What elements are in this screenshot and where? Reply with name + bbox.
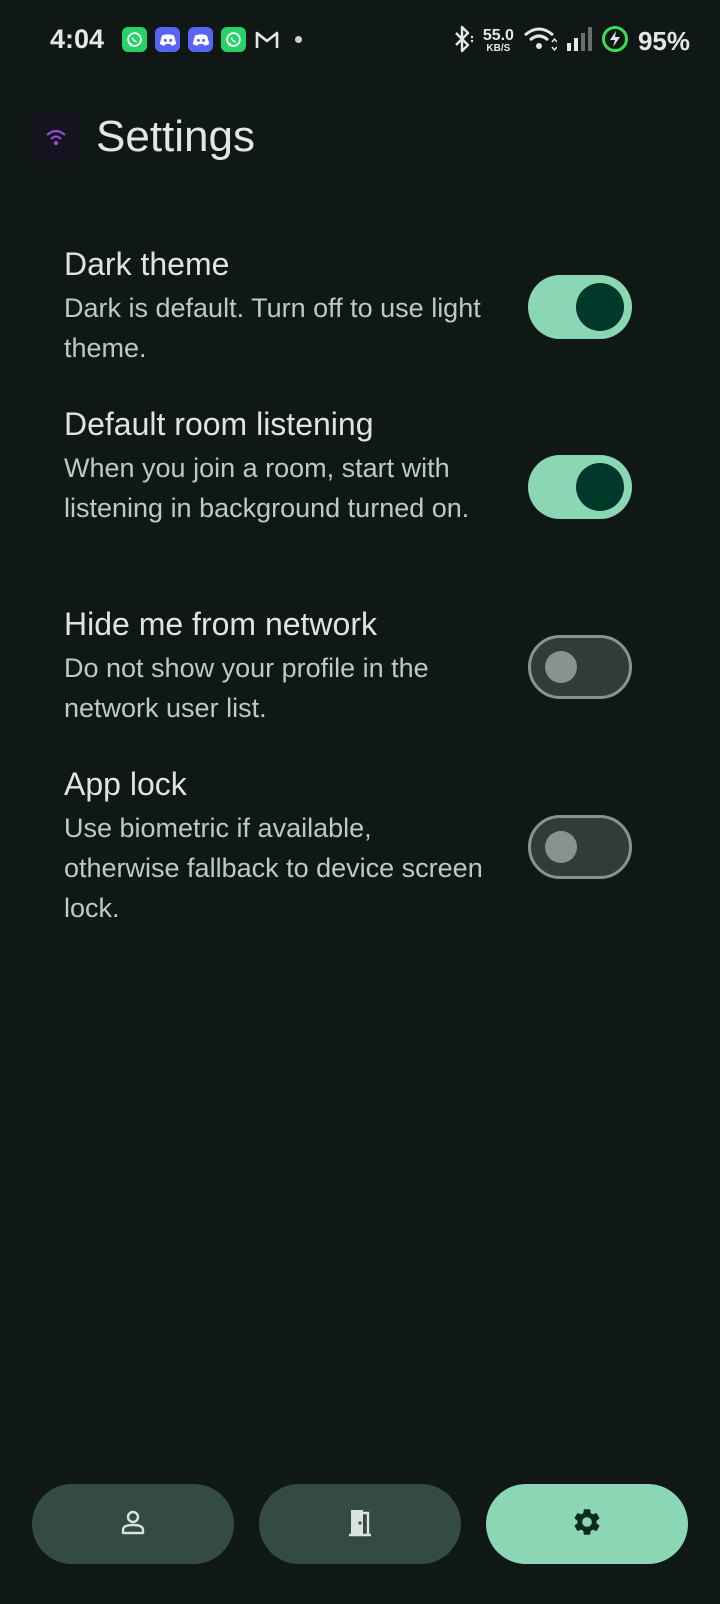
bluetooth-icon [452,25,474,58]
gmail-icon [254,27,279,52]
wifi-icon [523,26,558,57]
whatsapp-icon [122,27,147,52]
toggle-thumb [545,831,577,863]
network-speed: 55.0 KB/S [483,28,514,54]
gear-icon [571,1506,603,1543]
toggle-thumb [545,651,577,683]
setting-title: App lock [64,766,187,802]
nav-profile-button[interactable] [32,1484,234,1564]
toggle-thumb [576,463,624,511]
default-room-listening-toggle[interactable] [528,455,632,519]
toggle-thumb [576,283,624,331]
setting-description: Use biometric if available, otherwise fa… [64,813,483,923]
page-title: Settings [96,112,255,161]
person-icon [120,1509,146,1540]
hide-from-network-toggle[interactable] [528,635,632,699]
whatsapp-icon [221,27,246,52]
setting-description: Dark is default. Turn off to use light t… [64,293,481,363]
notification-icons [122,27,302,52]
discord-icon [155,27,180,52]
status-time: 4:04 [50,24,105,54]
signal-icon [566,26,592,57]
more-notifications-dot [295,36,302,43]
app-logo [32,114,80,162]
network-speed-value: 55.0 [482,27,514,44]
discord-icon [188,27,213,52]
system-icons: 55.0 KB/S 95% [452,22,690,60]
nav-settings-button[interactable] [486,1484,688,1564]
battery-charging-icon [601,25,629,58]
nav-rooms-button[interactable] [259,1484,461,1564]
bottom-navigation [32,1484,688,1564]
battery-percent: 95% [637,25,690,56]
door-icon [346,1507,374,1542]
setting-description: When you join a room, start with listeni… [64,453,470,523]
status-bar: 4:04 55.0 KB/S 95% [0,0,720,84]
dark-theme-toggle[interactable] [528,275,632,339]
setting-description: Do not show your profile in the network … [64,653,429,723]
settings-screen: 4:04 55.0 KB/S 95% Settings Dark theme D… [0,0,720,1604]
app-lock-toggle[interactable] [528,815,632,879]
network-speed-unit: KB/S [486,43,511,54]
setting-title: Default room listening [64,406,374,442]
